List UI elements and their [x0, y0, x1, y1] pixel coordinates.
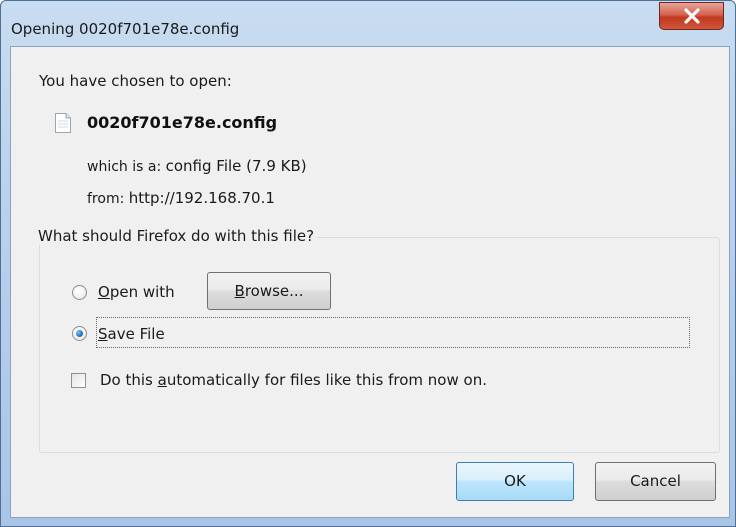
- open-with-label-rest: pen with: [109, 283, 175, 301]
- dialog-body: You have chosen to open: 0020f701e78e.co…: [10, 46, 730, 518]
- file-source-line: from: http://192.168.70.1: [87, 189, 275, 207]
- browse-mnemonic: B: [234, 282, 245, 300]
- save-file-label-rest: ave File: [107, 325, 165, 343]
- auto-action-checkbox[interactable]: [71, 373, 86, 388]
- radio-selected-dot: [76, 330, 83, 337]
- cancel-button[interactable]: Cancel: [595, 462, 716, 501]
- save-file-mnemonic: S: [98, 325, 108, 343]
- file-name: 0020f701e78e.config: [87, 113, 278, 132]
- ok-button[interactable]: OK: [456, 462, 574, 501]
- auto-action-label[interactable]: Do this automatically for files like thi…: [100, 371, 487, 389]
- auto-action-label-end: utomatically for files like this from no…: [166, 371, 487, 389]
- auto-action-label-start: Do this: [100, 371, 158, 389]
- file-type-line: which is a: config File (7.9 KB): [87, 157, 307, 175]
- dialog-window: Opening 0020f701e78e.config You have cho…: [0, 0, 736, 527]
- intro-text: You have chosen to open:: [39, 72, 232, 90]
- open-with-label[interactable]: Open with: [98, 283, 175, 301]
- close-icon: [684, 8, 700, 24]
- browse-button[interactable]: Browse...: [207, 272, 331, 310]
- window-title: Opening 0020f701e78e.config: [11, 20, 240, 38]
- auto-action-mnemonic: a: [157, 371, 167, 389]
- focus-rectangle: [96, 317, 690, 348]
- action-group-legend: What should Firefox do with this file?: [35, 227, 318, 245]
- title-bar[interactable]: Opening 0020f701e78e.config: [1, 1, 735, 45]
- document-icon: [55, 113, 71, 133]
- save-file-label[interactable]: Save File: [98, 325, 165, 343]
- file-type-value: config File (7.9 KB): [165, 157, 307, 175]
- file-type-label: which is a:: [87, 159, 162, 175]
- file-source-label: from:: [87, 191, 125, 207]
- open-with-radio[interactable]: [72, 285, 87, 300]
- file-source-value: http://192.168.70.1: [128, 189, 275, 207]
- close-button[interactable]: [659, 2, 724, 30]
- save-file-radio[interactable]: [72, 326, 87, 341]
- open-with-mnemonic: O: [98, 283, 110, 301]
- browse-label-rest: rowse...: [244, 282, 304, 300]
